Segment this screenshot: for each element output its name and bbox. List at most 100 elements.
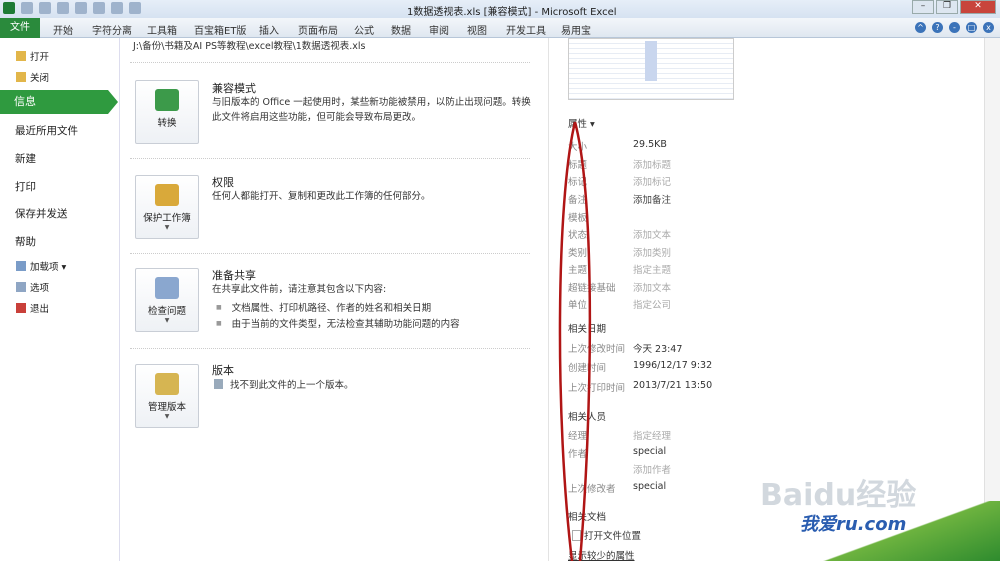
prop-value[interactable]: 添加标记 [633,174,671,188]
prop-value[interactable]: 添加备注 [633,192,671,206]
baidu-watermark: Baidu经验 [760,478,917,513]
compat-desc: 与旧版本的 Office 一起使用时，某些新功能被禁用，以防止出现问题。转换此文… [212,97,531,123]
options-icon [16,282,26,292]
prop-label: 经理 [568,431,588,442]
show-fewer-properties-link[interactable]: 显示较少的属性 [568,548,635,562]
share-title: 准备共享 [212,269,256,282]
toolbar-icon[interactable] [111,2,123,14]
minimize-button[interactable]: – [912,0,934,14]
prop-value[interactable]: 添加标题 [633,157,671,171]
document-icon [572,530,581,541]
nav-addins[interactable]: 加载项 ▾ [16,259,66,273]
prop-label: 状态 [568,230,588,241]
nav-close[interactable]: 关闭 [16,70,49,84]
share-bullet: 由于当前的文件类型，无法检查其辅助功能问题的内容 [216,316,460,330]
nav-save-send[interactable]: 保存并发送 [15,206,68,221]
prop-label: 作者 [568,449,588,460]
prop-value[interactable]: 添加类别 [633,245,671,259]
title-bar: 1数据透视表.xls [兼容模式] - Microsoft Excel – ❐ … [0,0,1000,18]
restore-button[interactable]: ❐ [936,0,958,14]
add-author-field[interactable]: 添加作者 [633,462,671,476]
ribbon-tabs: 文件 开始 字符分离 工具箱 百宝箱ET版 插入 页面布局 公式 数据 审阅 视… [0,18,1000,38]
site-watermark: 我爱ru.com [800,514,907,535]
folder-icon [16,51,26,61]
prop-value: 1996/12/17 9:32 [633,360,713,371]
nav-recent[interactable]: 最近所用文件 [15,123,78,138]
prop-value: 2013/7/21 13:50 [633,380,713,391]
backstage-nav: 打开 关闭 信息 最近所用文件 新建 打印 保存并发送 帮助 加载项 ▾ 选项 … [0,38,120,561]
save-icon[interactable] [21,2,33,14]
prop-label: 创建时间 [568,363,607,374]
prop-value[interactable]: 指定主题 [633,262,671,276]
restore-icon[interactable]: □ [966,22,977,33]
nav-help[interactable]: 帮助 [15,234,36,249]
scrollbar[interactable] [984,38,1000,561]
share-desc: 在共享此文件前，请注意其包含以下内容: [212,284,387,295]
nav-info[interactable]: 信息 [0,90,118,114]
tab-data[interactable]: 数据 [391,22,411,37]
versions-desc: 找不到此文件的上一个版本。 [214,378,534,393]
prop-value[interactable]: 添加文本 [633,280,671,294]
min-icon[interactable]: - [949,22,960,33]
tab-et[interactable]: 百宝箱ET版 [194,22,246,37]
tab-developer[interactable]: 开发工具 [506,22,546,37]
docs-header: 相关文档 [568,512,607,523]
help-icon[interactable]: ? [932,22,943,33]
tab-insert[interactable]: 插入 [259,22,279,37]
tab-page-layout[interactable]: 页面布局 [298,22,338,37]
close-icon[interactable]: x [983,22,994,33]
addins-icon [16,261,26,271]
properties-dropdown[interactable]: 属性 ▾ [568,116,595,130]
exit-icon [16,303,26,313]
nav-print[interactable]: 打印 [15,179,36,194]
tab-easy[interactable]: 易用宝 [561,22,591,37]
open-file-location-link[interactable]: 打开文件位置 [572,528,641,542]
lock-key-icon [155,184,179,206]
redo-icon[interactable] [57,2,69,14]
permissions-title: 权限 [212,176,234,189]
manager-field[interactable]: 指定经理 [633,428,671,442]
convert-button[interactable]: 转换 [135,80,199,144]
document-icon [214,379,223,389]
collapse-ribbon-icon[interactable]: ^ [915,22,926,33]
tab-toolbox[interactable]: 工具箱 [147,22,177,37]
check-issues-button[interactable]: 检查问题 ▼ [135,268,199,332]
nav-exit[interactable]: 退出 [16,301,49,315]
prop-label: 类别 [568,248,588,259]
prop-label: 上次修改者 [568,484,616,495]
compat-title: 兼容模式 [212,82,256,95]
manage-versions-button[interactable]: 管理版本 ▼ [135,364,199,428]
undo-icon[interactable] [39,2,51,14]
prop-label: 主题 [568,265,588,276]
toolbar-icon[interactable] [75,2,87,14]
convert-icon [155,89,179,111]
nav-new[interactable]: 新建 [15,151,36,166]
prop-value: 今天 23:47 [633,344,683,355]
tab-file[interactable]: 文件 [0,18,40,38]
prop-label: 备注 [568,195,588,206]
folder-icon [16,72,26,82]
tab-char-split[interactable]: 字符分离 [92,22,132,37]
excel-logo-icon [3,2,15,14]
permissions-desc: 任何人都能打开、复制和更改此工作簿的任何部分。 [212,191,431,202]
close-button[interactable]: ✕ [960,0,996,14]
protect-workbook-button[interactable]: 保护工作簿 ▼ [135,175,199,239]
tab-home[interactable]: 开始 [53,22,73,37]
prop-value[interactable]: 添加文本 [633,227,671,241]
tab-review[interactable]: 审阅 [429,22,449,37]
tab-formulas[interactable]: 公式 [354,22,374,37]
toolbar-icon[interactable] [93,2,105,14]
versions-title: 版本 [212,364,234,377]
prop-label: 上次打印时间 [568,383,626,394]
nav-open[interactable]: 打开 [16,49,49,63]
prop-value[interactable]: 指定公司 [633,297,671,311]
nav-options[interactable]: 选项 [16,280,49,294]
prop-label: 标记 [568,177,588,188]
people-header: 相关人员 [568,412,607,423]
prop-label: 单位 [568,300,588,311]
prop-label: 上次修改时间 [568,344,626,355]
customize-icon[interactable] [129,2,141,14]
tab-view[interactable]: 视图 [467,22,487,37]
window-title: 1数据透视表.xls [兼容模式] - Microsoft Excel [407,7,617,18]
checklist-icon [155,277,179,299]
